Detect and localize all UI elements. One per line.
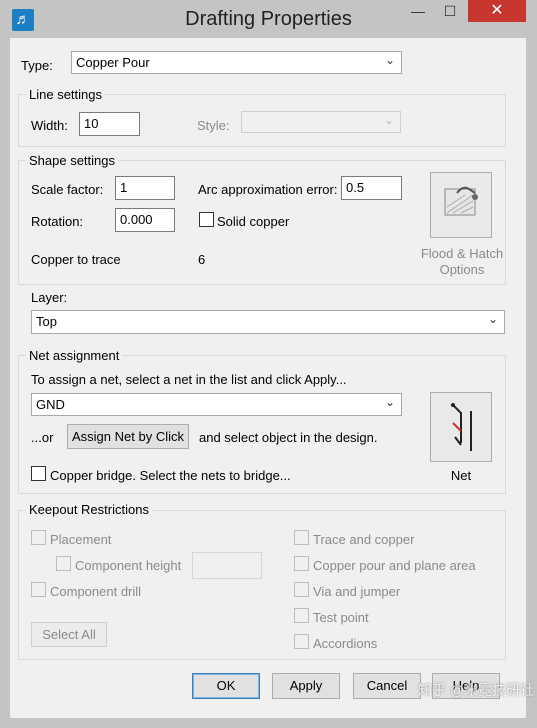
cancel-button[interactable]: Cancel bbox=[353, 673, 421, 699]
select-object-label: and select object in the design. bbox=[199, 430, 378, 445]
type-label: Type: bbox=[21, 58, 53, 73]
dialog-window: ♬ Drafting Properties — ☐ ✕ Type: Copper… bbox=[0, 0, 537, 728]
close-button[interactable]: ✕ bbox=[468, 0, 526, 22]
component-height-input bbox=[192, 552, 262, 579]
component-height-checkbox bbox=[56, 556, 71, 571]
ok-button[interactable]: OK bbox=[192, 673, 260, 699]
copper-to-trace-label: Copper to trace bbox=[31, 252, 121, 267]
solid-copper-label: Solid copper bbox=[217, 214, 290, 229]
type-select-value: Copper Pour bbox=[76, 55, 150, 70]
chevron-down-icon: ⌄ bbox=[384, 395, 395, 409]
style-label: Style: bbox=[197, 118, 230, 133]
test-point-label: Test point bbox=[313, 610, 369, 625]
apply-button[interactable]: Apply bbox=[272, 673, 340, 699]
watermark: 知乎 @米霓技研社 bbox=[418, 682, 535, 698]
keepout-title: Keepout Restrictions bbox=[26, 502, 152, 517]
select-all-button: Select All bbox=[31, 622, 107, 647]
type-select[interactable]: Copper Pour ⌄ bbox=[71, 51, 402, 74]
dialog-body: Type: Copper Pour ⌄ Line settings Width:… bbox=[10, 38, 534, 718]
net-select[interactable]: GND ⌄ bbox=[31, 393, 402, 416]
flood-hatch-button[interactable] bbox=[430, 172, 492, 238]
net-pick-icon bbox=[451, 403, 472, 451]
width-label: Width: bbox=[31, 118, 68, 133]
copper-to-trace-value: 6 bbox=[198, 252, 206, 267]
width-input[interactable]: 10 bbox=[79, 112, 140, 136]
layer-select[interactable]: Top ⌄ bbox=[31, 310, 505, 334]
net-instruction: To assign a net, select a net in the lis… bbox=[31, 372, 347, 387]
title-bar[interactable]: ♬ Drafting Properties — ☐ ✕ bbox=[0, 0, 537, 38]
chevron-down-icon: ⌄ bbox=[383, 113, 394, 127]
minimize-button[interactable]: — bbox=[404, 0, 432, 22]
copper-bridge-checkbox[interactable] bbox=[31, 466, 46, 481]
net-pick-button[interactable] bbox=[430, 392, 492, 462]
shape-settings-title: Shape settings bbox=[26, 153, 119, 168]
flood-hatch-icon bbox=[444, 186, 478, 216]
flood-hatch-label-1: Flood & Hatch bbox=[420, 246, 504, 261]
net-select-value: GND bbox=[36, 397, 65, 412]
solid-copper-checkbox[interactable] bbox=[199, 212, 214, 227]
scale-factor-label: Scale factor: bbox=[31, 182, 104, 197]
maximize-button[interactable]: ☐ bbox=[436, 0, 464, 22]
component-drill-label: Component drill bbox=[50, 584, 142, 599]
placement-checkbox bbox=[31, 530, 46, 545]
scale-factor-input[interactable]: 1 bbox=[115, 176, 175, 200]
copper-pour-plane-checkbox bbox=[294, 556, 309, 571]
or-label: ...or bbox=[31, 430, 54, 445]
trace-copper-label: Trace and copper bbox=[313, 532, 415, 547]
style-select: ⌄ bbox=[241, 111, 401, 133]
rotation-input[interactable]: 0.000 bbox=[115, 208, 175, 232]
rotation-label: Rotation: bbox=[31, 214, 84, 229]
test-point-checkbox bbox=[294, 608, 309, 623]
chevron-down-icon: ⌄ bbox=[487, 312, 498, 326]
copper-pour-plane-label: Copper pour and plane area bbox=[313, 558, 476, 573]
arc-error-input[interactable]: 0.5 bbox=[341, 176, 402, 200]
copper-bridge-label: Copper bridge. Select the nets to bridge… bbox=[50, 468, 291, 483]
via-jumper-label: Via and jumper bbox=[313, 584, 401, 599]
arc-error-label: Arc approximation error: bbox=[198, 182, 338, 197]
assign-net-by-click-button[interactable]: Assign Net by Click bbox=[67, 424, 189, 449]
net-button-label: Net bbox=[450, 468, 472, 483]
placement-label: Placement bbox=[50, 532, 112, 547]
accordions-label: Accordions bbox=[313, 636, 378, 651]
trace-copper-checkbox bbox=[294, 530, 309, 545]
layer-label: Layer: bbox=[31, 290, 68, 305]
flood-hatch-label-2: Options bbox=[439, 262, 485, 277]
component-drill-checkbox bbox=[31, 582, 46, 597]
layer-select-value: Top bbox=[36, 314, 57, 329]
component-height-label: Component height bbox=[75, 558, 182, 573]
accordions-checkbox bbox=[294, 634, 309, 649]
via-jumper-checkbox bbox=[294, 582, 309, 597]
chevron-down-icon: ⌄ bbox=[384, 53, 395, 67]
line-settings-title: Line settings bbox=[26, 87, 105, 102]
net-assignment-title: Net assignment bbox=[26, 348, 123, 363]
